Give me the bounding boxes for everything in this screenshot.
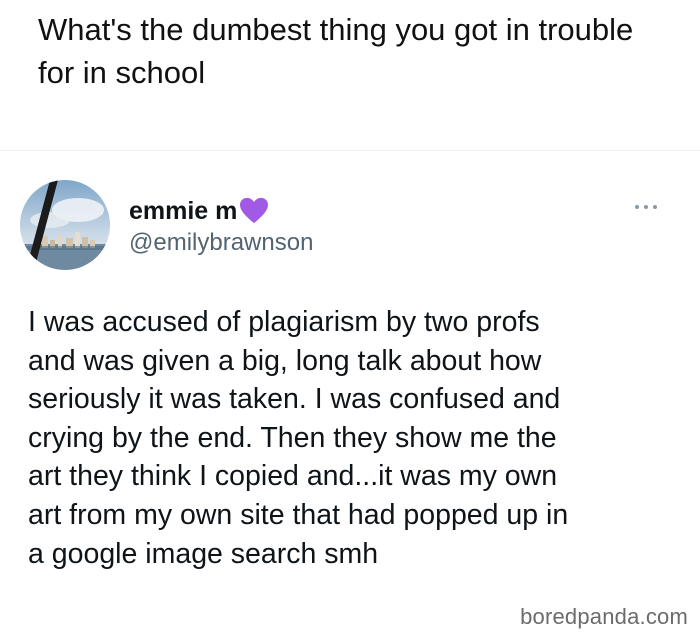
tweet-line: and was given a big, long talk about how [28, 344, 542, 377]
user-handle[interactable]: @emilybrawnson [129, 228, 313, 258]
avatar[interactable] [20, 180, 110, 270]
divider [0, 150, 700, 151]
tweet-line: crying by the end. Then they show me the [28, 421, 557, 454]
tweet-line: seriously it was taken. I was confused a… [28, 383, 561, 416]
watermark: boredpanda.com [520, 604, 688, 629]
question-heading: What's the dumbest thing you got in trou… [38, 12, 634, 90]
display-name-text: emmie m [129, 197, 238, 225]
tweet-text: I was accused of plagiarism by two profs… [28, 303, 683, 573]
avatar-photo [20, 180, 110, 270]
tweet-line: a google image search smh [28, 537, 379, 570]
purple-heart-icon [240, 197, 269, 224]
tweet-line: art from my own site that had popped up … [28, 498, 569, 531]
display-name[interactable]: emmie m [129, 196, 269, 226]
tweet-line: I was accused of plagiarism by two profs [28, 306, 540, 338]
more-options-icon[interactable] [630, 197, 662, 217]
tweet-line: art they think I copied and...it was my … [28, 460, 558, 493]
